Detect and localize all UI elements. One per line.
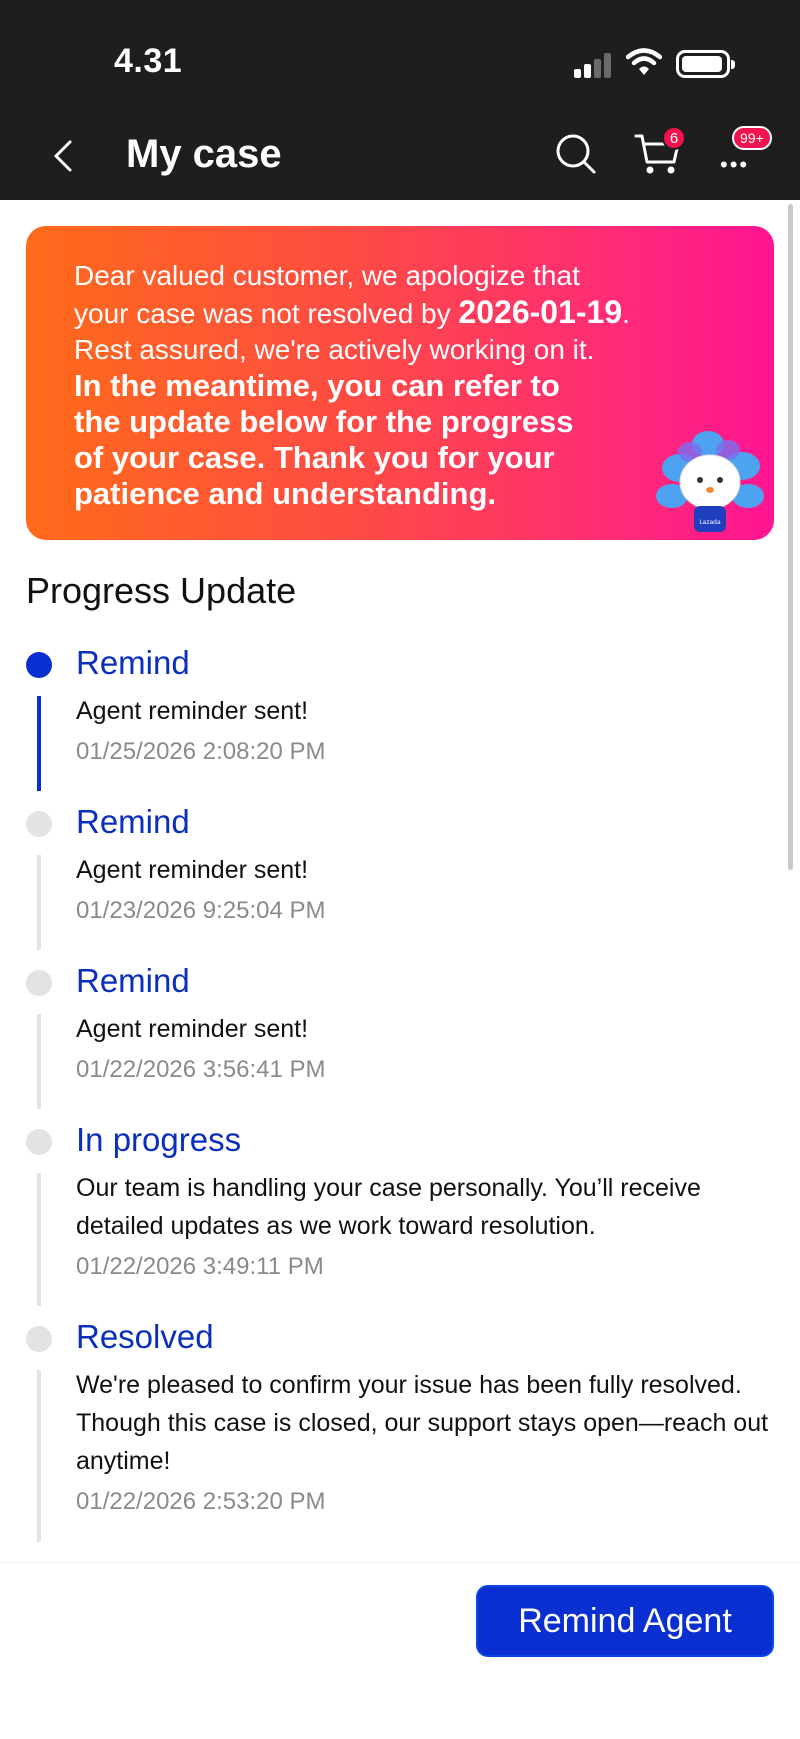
remind-agent-button[interactable]: Remind Agent <box>476 1585 774 1657</box>
timeline-timestamp: 01/22/2026 3:56:41 PM <box>76 1056 326 1083</box>
back-arrow-icon[interactable] <box>44 136 84 176</box>
timeline-timestamp: 01/25/2026 2:08:20 PM <box>76 738 326 765</box>
timeline-message: Agent reminder sent! <box>76 1015 309 1043</box>
progress-update-heading: Progress Update <box>26 570 297 611</box>
timeline-item: Resolved We're pleased to confirm your i… <box>26 1314 786 1550</box>
timeline-item: Remind Agent reminder sent! 01/22/2026 3… <box>26 958 786 1117</box>
timeline-dot-icon <box>26 811 52 837</box>
banner-deadline-date: 2026-01-19 <box>458 294 623 330</box>
timeline-timestamp: 01/22/2026 3:49:11 PM <box>76 1253 324 1280</box>
timeline-timestamp: 01/23/2026 9:25:04 PM <box>76 897 326 924</box>
timeline-message: Agent reminder sent! <box>76 856 309 884</box>
banner-line-2: your case was not resolved by 2026-01-19… <box>74 294 630 330</box>
search-icon[interactable] <box>554 132 598 176</box>
timeline-connector <box>37 1014 41 1109</box>
battery-icon <box>676 50 735 78</box>
bottom-action-bar: Remind Agent <box>0 1562 800 1739</box>
timeline-dot-icon <box>26 652 52 678</box>
timeline-connector <box>37 1370 41 1542</box>
svg-text:Lazada: Lazada <box>699 519 721 526</box>
timeline-connector <box>37 1173 41 1306</box>
timeline-dot-icon <box>26 1326 52 1352</box>
banner-bold-line: of your case. Thank you for your <box>74 440 555 475</box>
banner-text: Dear valued customer, we apologize that … <box>74 258 674 512</box>
banner-bold-line: patience and understanding. <box>74 476 496 511</box>
timeline-item: In progress Our team is handling your ca… <box>26 1117 786 1314</box>
cart-count-badge: 6 <box>662 126 686 150</box>
apology-banner: Dear valued customer, we apologize that … <box>26 226 774 540</box>
progress-timeline: Remind Agent reminder sent! 01/25/2026 2… <box>26 640 786 1550</box>
banner-line-1: Dear valued customer, we apologize that <box>74 260 580 291</box>
timeline-message: We're pleased to confirm your issue has … <box>76 1371 769 1475</box>
banner-bold-line: In the meantime, you can refer to <box>74 368 560 403</box>
status-time: 4.31 <box>114 42 183 80</box>
banner-bold-line: the update below for the progress <box>74 404 574 439</box>
timeline-timestamp: 01/22/2026 2:53:20 PM <box>76 1488 326 1515</box>
scrollbar[interactable] <box>788 204 793 870</box>
more-dots-icon: ••• <box>720 152 750 177</box>
timeline-status: Remind <box>76 644 190 681</box>
timeline-connector <box>37 855 41 950</box>
timeline-status: Remind <box>76 962 190 999</box>
banner-line-3: Rest assured, we're actively working on … <box>74 334 595 365</box>
page-title: My case <box>126 132 282 176</box>
app-header: 4.31 My case 6 ••• 99+ <box>0 0 800 200</box>
timeline-status: In progress <box>76 1121 242 1158</box>
cellular-signal-icon <box>574 52 614 78</box>
timeline-connector <box>37 696 41 791</box>
mascot-image: Lazada <box>656 431 764 532</box>
timeline-message: Agent reminder sent! <box>76 697 309 725</box>
timeline-item: Remind Agent reminder sent! 01/23/2026 9… <box>26 799 786 958</box>
timeline-dot-icon <box>26 1129 52 1155</box>
timeline-status: Remind <box>76 803 190 840</box>
timeline-message: Our team is handling your case personall… <box>76 1174 701 1240</box>
notification-badge: 99+ <box>732 126 772 150</box>
timeline-dot-icon <box>26 970 52 996</box>
wifi-icon <box>626 48 662 75</box>
timeline-status: Resolved <box>76 1318 214 1355</box>
timeline-item: Remind Agent reminder sent! 01/25/2026 2… <box>26 640 786 799</box>
